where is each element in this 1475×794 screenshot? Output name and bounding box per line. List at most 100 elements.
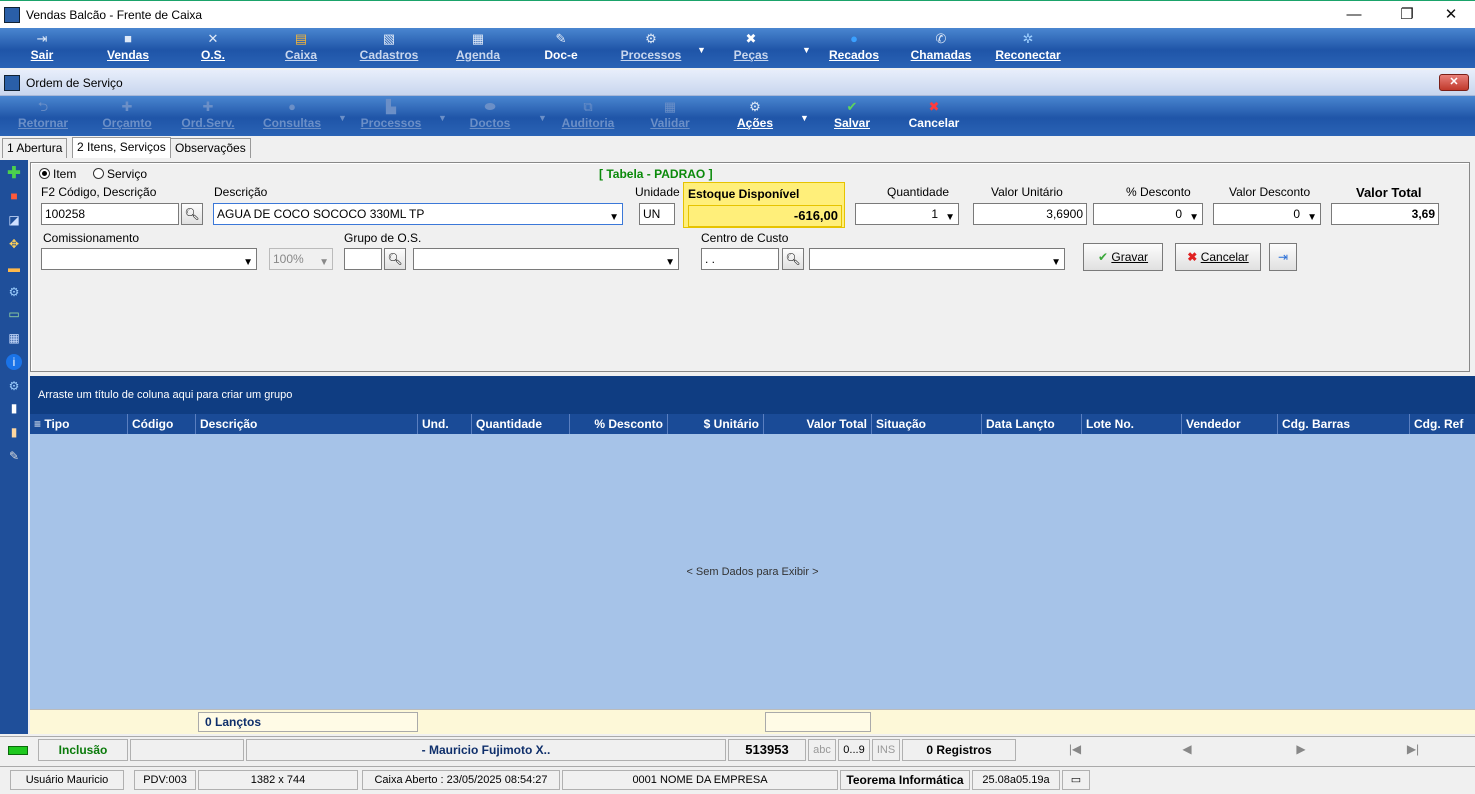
acoes-dropdown-icon[interactable]: ▼ bbox=[800, 113, 809, 123]
column-unitario[interactable]: $ Unitário bbox=[668, 414, 764, 434]
acoes-button[interactable]: ⚙ Ações bbox=[730, 96, 780, 136]
comissionamento-select[interactable]: ▼ bbox=[41, 248, 257, 270]
gear-icon: ⚙ bbox=[645, 31, 657, 46]
pct-desconto-input[interactable]: 0 ▼ bbox=[1093, 203, 1203, 225]
processos-dropdown-icon[interactable]: ▼ bbox=[697, 45, 706, 55]
move-icon[interactable]: ✥ bbox=[6, 236, 22, 252]
processos-button[interactable]: ⚙ Processos bbox=[616, 28, 686, 68]
column-pct-desconto[interactable]: % Desconto bbox=[570, 414, 668, 434]
cadastros-button[interactable]: ▧ Cadastros bbox=[356, 28, 422, 68]
nav-last-button[interactable]: ▶| bbox=[1356, 739, 1470, 761]
pecas-button[interactable]: ✖ Peças bbox=[728, 28, 774, 68]
processos-os-button[interactable]: ▙ Processos bbox=[358, 96, 424, 136]
chamadas-button[interactable]: ✆ Chamadas bbox=[908, 28, 974, 68]
consultas-button[interactable]: ● Consultas bbox=[260, 96, 324, 136]
pecas-dropdown-icon[interactable]: ▼ bbox=[802, 45, 811, 55]
group-icon[interactable]: ▬ bbox=[6, 260, 22, 276]
exit-icon: ⇥ bbox=[36, 31, 48, 46]
table-icon[interactable]: ▦ bbox=[6, 330, 22, 346]
minimize-button[interactable]: — bbox=[1331, 3, 1377, 27]
nav-prev-button[interactable]: ◀ bbox=[1130, 739, 1244, 761]
tab-itens-servicos[interactable]: 2 Itens, Serviços bbox=[72, 137, 171, 158]
doctos-dropdown-icon[interactable]: ▼ bbox=[538, 113, 547, 123]
nav-next-button[interactable]: ▶ bbox=[1244, 739, 1358, 761]
column-und[interactable]: Und. bbox=[418, 414, 472, 434]
settings-icon[interactable]: ⚙ bbox=[6, 284, 22, 300]
column-vendedor[interactable]: Vendedor bbox=[1182, 414, 1278, 434]
edit-icon[interactable]: ◪ bbox=[6, 212, 22, 228]
centro-custo-code-input[interactable]: . . bbox=[701, 248, 779, 270]
column-tipo[interactable]: ≡ Tipo bbox=[30, 414, 128, 434]
consultas-dropdown-icon[interactable]: ▼ bbox=[338, 113, 347, 123]
exit-form-button[interactable]: ⇥ bbox=[1269, 243, 1297, 271]
restore-button[interactable]: ❐ bbox=[1384, 3, 1430, 27]
group-panel[interactable]: Arraste um título de coluna aqui para cr… bbox=[30, 376, 1475, 414]
validar-button[interactable]: ▦ Validar bbox=[644, 96, 696, 136]
retornar-button[interactable]: ⮌ Retornar bbox=[12, 96, 74, 136]
grid-body[interactable]: < Sem Dados para Exibir > bbox=[30, 434, 1475, 709]
column-lote[interactable]: Lote No. bbox=[1082, 414, 1182, 434]
vendas-button[interactable]: ■ Vendas bbox=[100, 28, 156, 68]
pct-select[interactable]: 100% ▼ bbox=[269, 248, 333, 270]
agenda-button[interactable]: ▦ Agenda bbox=[450, 28, 506, 68]
ordserv-button[interactable]: ✚ Ord.Serv. bbox=[176, 96, 240, 136]
page-alert-icon[interactable]: ▮ bbox=[6, 424, 22, 440]
valor-unitario-input[interactable]: 3,6900 bbox=[973, 203, 1087, 225]
sair-button[interactable]: ⇥ Sair bbox=[22, 28, 62, 68]
tool-icon[interactable]: ✎ bbox=[6, 448, 22, 464]
codigo-search-button[interactable]: 🔍︎ bbox=[181, 203, 203, 225]
delete-icon[interactable]: ■ bbox=[6, 188, 22, 204]
caixa-button[interactable]: ▤ Caixa bbox=[280, 28, 322, 68]
os-window-close-button[interactable]: ✕ bbox=[1439, 74, 1469, 91]
recados-button[interactable]: ● Recados bbox=[824, 28, 884, 68]
grupo-select[interactable]: ▼ bbox=[413, 248, 679, 270]
column-cdg-ref[interactable]: Cdg. Ref bbox=[1410, 414, 1475, 434]
column-cdg-barras[interactable]: Cdg. Barras bbox=[1278, 414, 1410, 434]
calendar-icon: ▦ bbox=[471, 31, 485, 46]
reconectar-button[interactable]: ✲ Reconectar bbox=[990, 28, 1066, 68]
config-icon[interactable]: ⚙ bbox=[6, 378, 22, 394]
column-quantidade[interactable]: Quantidade bbox=[472, 414, 570, 434]
column-codigo[interactable]: Código bbox=[128, 414, 196, 434]
nav-first-button[interactable]: |◀ bbox=[1018, 739, 1132, 761]
processos-os-dropdown-icon[interactable]: ▼ bbox=[438, 113, 447, 123]
doce-button[interactable]: ✎ Doc-e bbox=[538, 28, 584, 68]
audit-icon: ⧉ bbox=[583, 99, 593, 114]
os-button[interactable]: ✕ O.S. bbox=[190, 28, 236, 68]
register-icon: ▧ bbox=[382, 31, 396, 46]
radio-servico-indicator bbox=[93, 168, 104, 179]
close-button[interactable]: ✕ bbox=[1428, 3, 1474, 27]
add-icon[interactable]: ✚ bbox=[6, 166, 22, 182]
gravar-button[interactable]: ✔ Gravar bbox=[1083, 243, 1163, 271]
valor-desconto-input[interactable]: 0 ▼ bbox=[1213, 203, 1321, 225]
grupo-search-button[interactable]: 🔍︎ bbox=[384, 248, 406, 270]
gear-icon: ⚙ bbox=[749, 99, 761, 114]
lanctos-count: 0 Lançtos bbox=[198, 712, 418, 732]
grupo-code-input[interactable] bbox=[344, 248, 382, 270]
radio-servico[interactable]: Serviço bbox=[93, 167, 147, 181]
salvar-button[interactable]: ✔ Salvar bbox=[828, 96, 876, 136]
radio-item[interactable]: Item bbox=[39, 167, 76, 181]
cancelar-button[interactable]: ✖ Cancelar bbox=[1175, 243, 1261, 271]
chevron-down-icon: ▼ bbox=[1051, 257, 1061, 268]
info-icon[interactable]: i bbox=[6, 354, 22, 370]
column-data-lancto[interactable]: Data Lançto bbox=[982, 414, 1082, 434]
column-descricao[interactable]: Descrição bbox=[196, 414, 418, 434]
tab-observacoes[interactable]: Observações bbox=[170, 138, 251, 158]
column-valor-total[interactable]: Valor Total bbox=[764, 414, 872, 434]
minus-icon[interactable]: ▭ bbox=[6, 306, 22, 322]
auditoria-button[interactable]: ⧉ Auditoria bbox=[556, 96, 620, 136]
centro-custo-search-button[interactable]: 🔍︎ bbox=[782, 248, 804, 270]
codigo-input[interactable]: 100258 bbox=[41, 203, 179, 225]
unidade-input[interactable]: UN bbox=[639, 203, 675, 225]
doctos-button[interactable]: ⬬ Doctos bbox=[464, 96, 516, 136]
os-window-titlebar: Ordem de Serviço ✕ bbox=[0, 70, 1475, 96]
page-icon[interactable]: ▮ bbox=[6, 400, 22, 416]
quantidade-input[interactable]: 1 ▼ bbox=[855, 203, 959, 225]
descricao-select[interactable]: AGUA DE COCO SOCOCO 330ML TP ▼ bbox=[213, 203, 623, 225]
tab-abertura[interactable]: 1 Abertura bbox=[2, 138, 68, 158]
centro-custo-select[interactable]: ▼ bbox=[809, 248, 1065, 270]
cancelar-toolbar-button[interactable]: ✖ Cancelar bbox=[904, 96, 964, 136]
column-situacao[interactable]: Situação bbox=[872, 414, 982, 434]
orcamto-button[interactable]: ✚ Orçamto bbox=[96, 96, 158, 136]
